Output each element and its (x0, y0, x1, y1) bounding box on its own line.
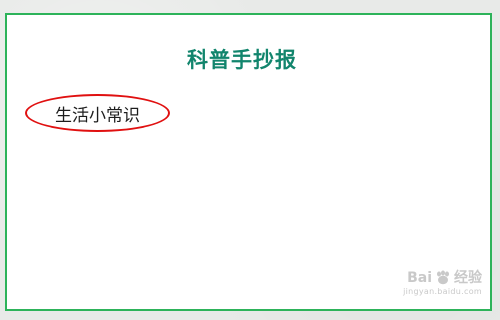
watermark: Bai 经验 jingyan.baidu.com (403, 270, 482, 296)
baidu-paw-icon (437, 270, 449, 285)
watermark-url: jingyan.baidu.com (403, 287, 482, 296)
poster-frame: 科普手抄报 生活小常识 (5, 13, 492, 311)
watermark-brand-right: 经验 (454, 270, 482, 286)
section-label-oval: 生活小常识 (25, 94, 170, 132)
watermark-brand: Bai 经验 (403, 270, 482, 286)
section-label-text: 生活小常识 (55, 105, 140, 126)
watermark-brand-left: Bai (407, 270, 432, 286)
poster-title: 科普手抄报 (187, 48, 297, 72)
